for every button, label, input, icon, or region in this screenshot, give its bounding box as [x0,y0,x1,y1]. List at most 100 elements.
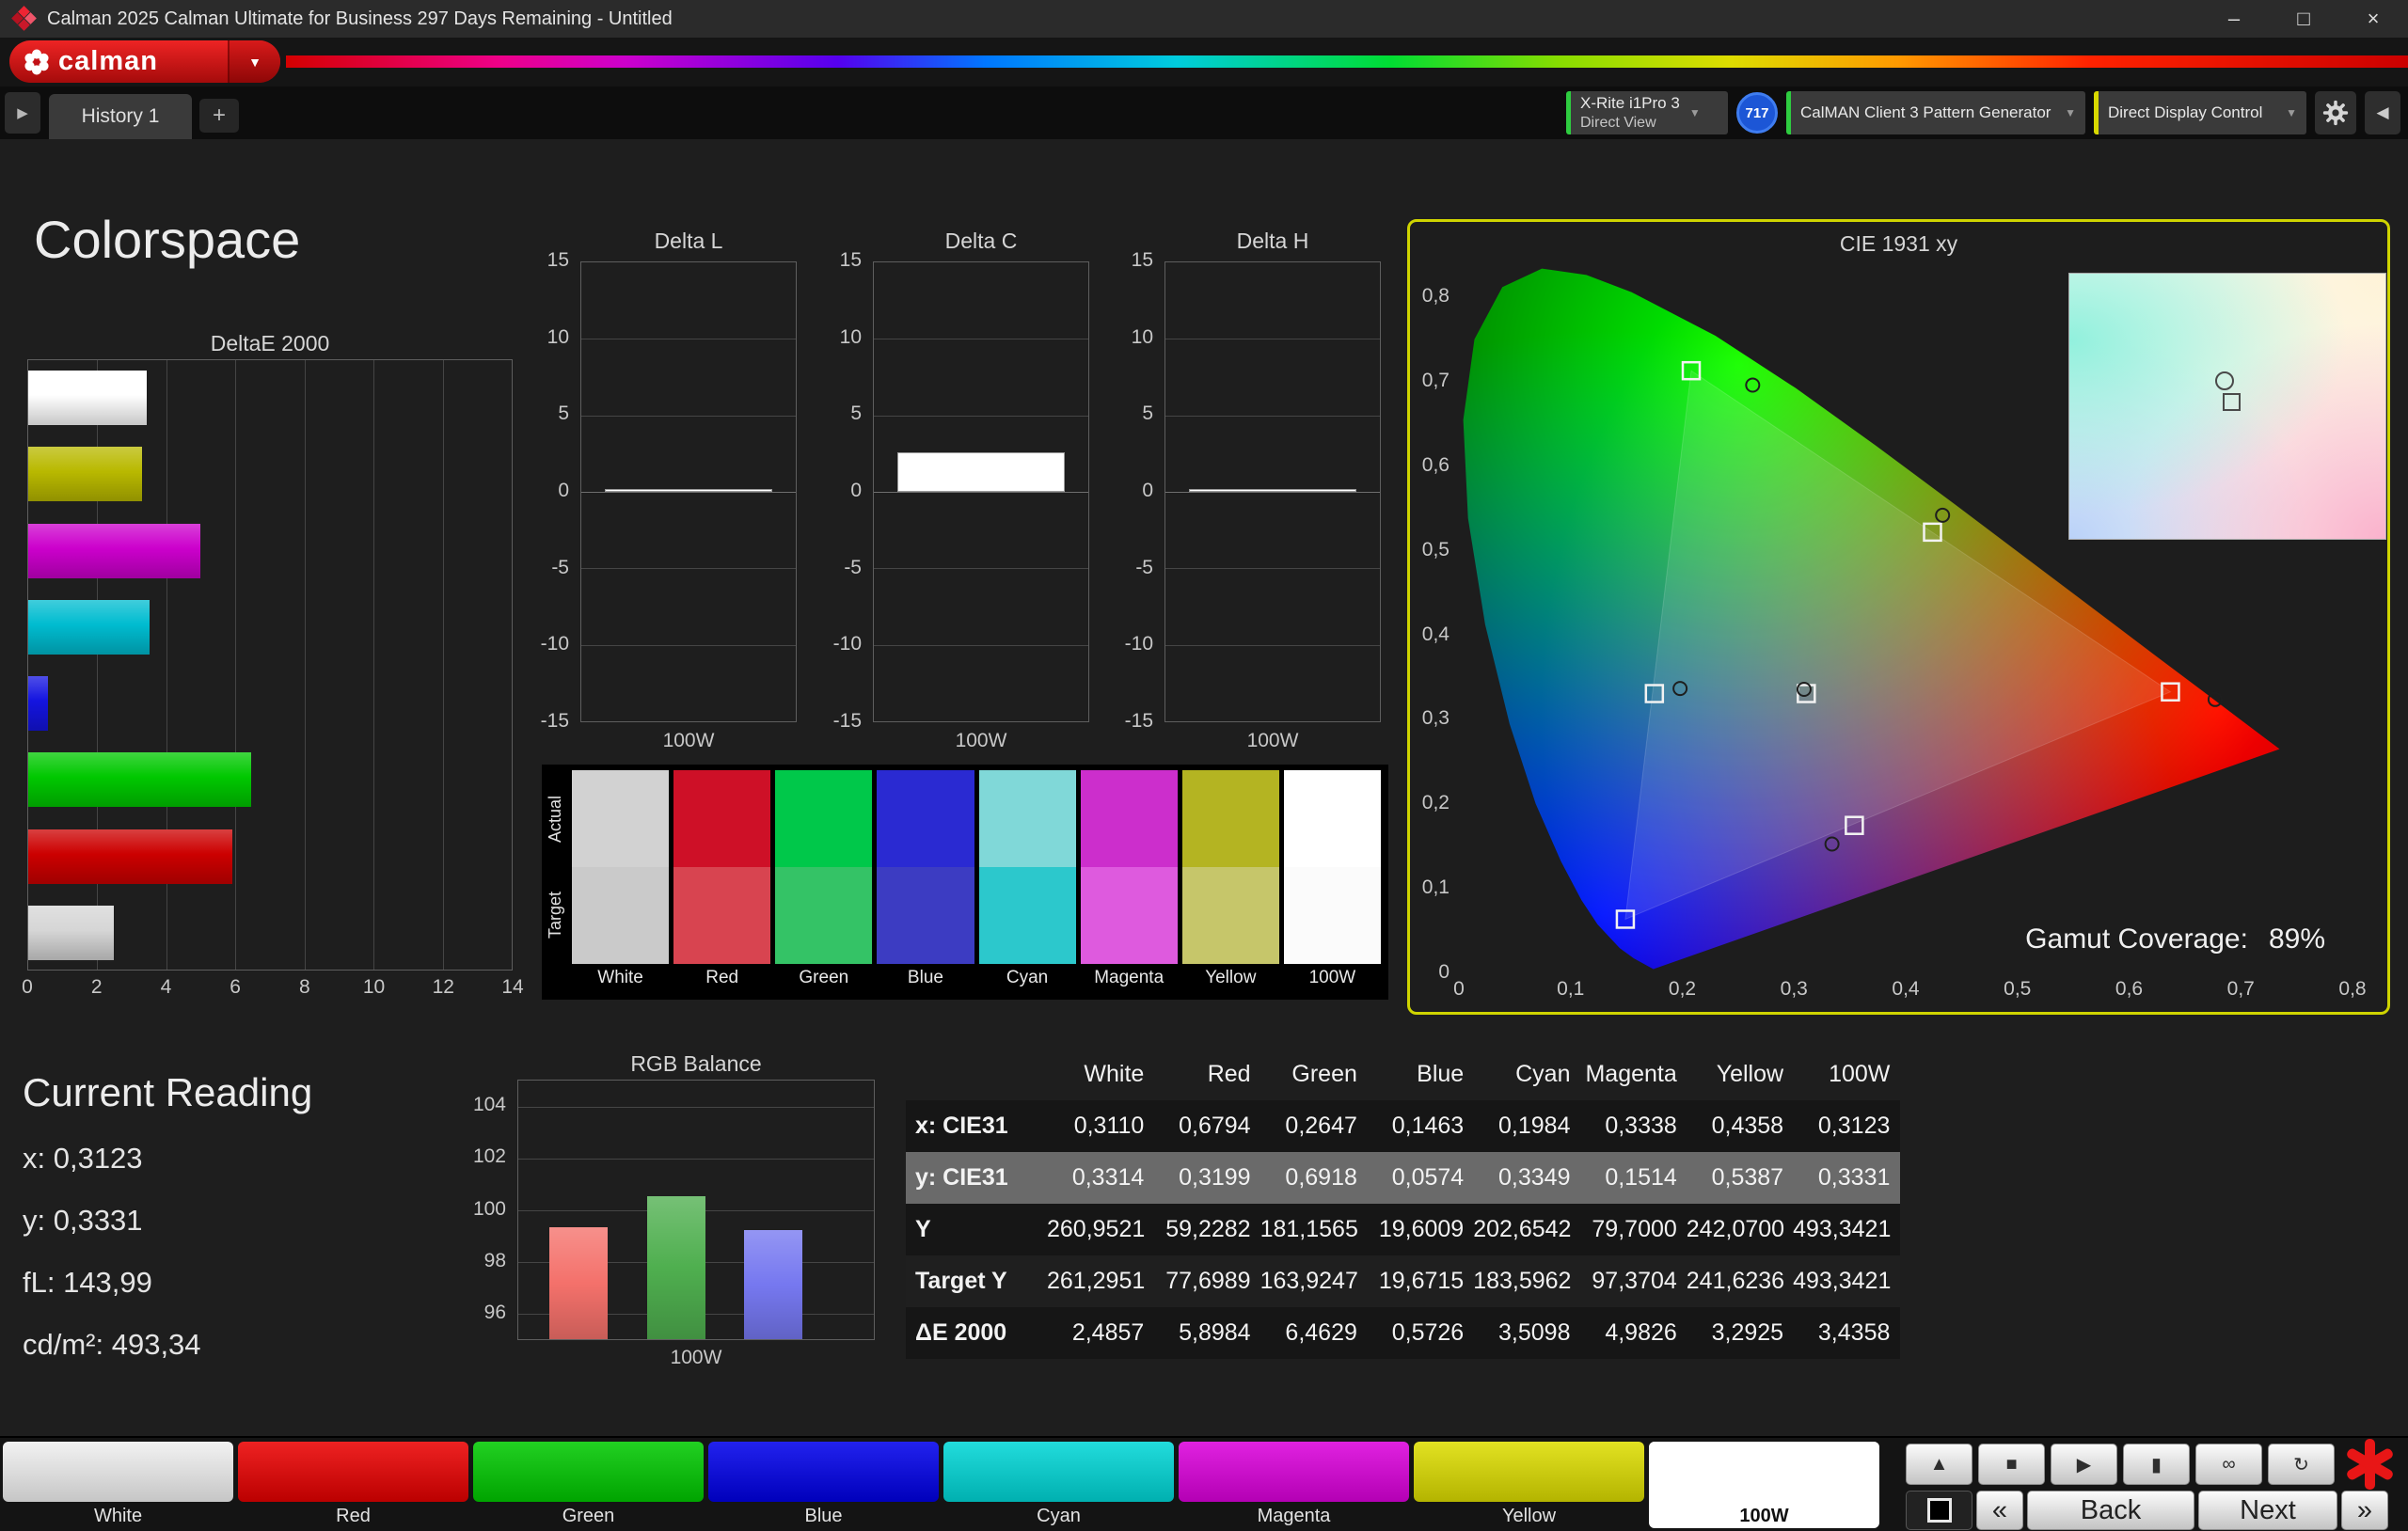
pattern-window-icon [1926,1498,1952,1523]
swatch-actual [775,770,873,867]
close-button[interactable]: × [2338,0,2408,38]
rgb-bar-red [549,1226,608,1340]
swatch-label: 100W [1308,968,1356,987]
pattern-label: White [93,1506,143,1526]
table-cell: 3,2925 [1711,1319,1784,1346]
swatch-actual [1181,770,1279,867]
deltae-bar-white [28,905,115,960]
pattern-disabled-asterisk-icon [2344,1439,2395,1490]
swatch-actual [978,770,1076,867]
pattern-button-green[interactable]: Green [473,1442,704,1528]
delta-h-bar [1189,489,1356,492]
inset-target-marker [2222,392,2241,411]
settings-gear-button[interactable] [2315,91,2356,134]
pattern-swatch [1179,1442,1409,1502]
table-cell: 0,3110 [1073,1113,1145,1139]
pattern-button-white[interactable]: White [3,1442,233,1528]
table-cell: 2,4857 [1071,1319,1145,1346]
delta-c-y-tick: 15 [839,249,862,271]
table-cell: 0,6918 [1285,1164,1357,1191]
swatch-cyan: Cyan [978,770,1076,987]
table-header-cell: White [1084,1061,1145,1087]
swatch-row-label-actual: Actual [546,795,564,844]
swatch-target [775,867,873,964]
table-cell: 242,0700 [1686,1216,1785,1242]
pattern-button-100w[interactable]: 100W [1649,1442,1879,1528]
calman-menu-button[interactable]: calman ▼ [9,40,280,83]
rgb-y-tick: 100 [472,1197,506,1220]
pattern-button-magenta[interactable]: Magenta [1179,1442,1409,1528]
meter-dropdown[interactable]: X-Rite i1Pro 3 Direct View ▼ [1566,91,1728,134]
deltae-x-tick: 0 [22,976,33,998]
cie-y-tick: 0,5 [1421,538,1450,560]
delta-c-chart [873,261,1089,722]
refresh-button[interactable]: ↻ [2268,1444,2335,1485]
pattern-swatch [3,1442,233,1502]
table-cell: 97,3704 [1592,1268,1677,1294]
display-control-dropdown[interactable]: Direct Display Control ▼ [2094,91,2306,134]
maximize-button[interactable]: □ [2269,0,2338,38]
page-title: Colorspace [34,210,301,269]
add-tab-button[interactable]: + [199,99,239,133]
chevron-left-icon[interactable]: « [1976,1491,2023,1530]
table-cell: 19,6715 [1378,1268,1465,1294]
pattern-buttons: White Red Green Blue Cyan Magenta Yellow 100W [3,1442,1879,1528]
table-cell: 0,3123 [1817,1113,1891,1139]
table-row: ΔE 2000 2,4857 5,8984 6,4629 0,5726 3,5098 4,9… [906,1307,1900,1359]
play-button[interactable]: ▶ [2051,1444,2117,1485]
rgb-y-tick: 96 [483,1302,506,1324]
minimize-button[interactable]: – [2199,0,2269,38]
table-cell: 3,5098 [1498,1319,1571,1346]
table-row: Y 260,9521 59,2282 181,1565 19,6009 202,6542 7… [906,1204,1900,1255]
collapse-toolbar-button[interactable]: ◀ [2365,91,2400,134]
deltae-bar-magenta [28,523,200,578]
pattern-generator-dropdown[interactable]: CalMAN Client 3 Pattern Generator ▼ [1786,91,2085,134]
delta-c-y-tick: -5 [844,556,862,578]
delta-h-y-tick: -5 [1135,556,1153,578]
swatch-blue: Blue [877,770,974,987]
delta-c-bar [897,451,1065,492]
eject-button[interactable]: ▲ [1906,1444,1972,1485]
swatch-target [1283,867,1381,964]
swatch-100w: 100W [1283,770,1381,987]
cie-x-tick: 0,7 [2226,978,2255,1000]
eject-icon: ▲ [1929,1453,1949,1475]
deltae-bar-blue [28,676,49,731]
pattern-button-blue[interactable]: Blue [708,1442,939,1528]
table-cell: 5,8984 [1179,1319,1251,1346]
panel-expander-button[interactable]: ▶ [5,92,40,134]
swatch-actual [877,770,974,867]
table-row: x: CIE31 0,3110 0,6794 0,2647 0,1463 0,1984 0,… [906,1100,1900,1152]
pattern-button-yellow[interactable]: Yellow [1414,1442,1644,1528]
delta-h-x-label: 100W [1246,730,1299,751]
pattern-label: Magenta [1257,1506,1331,1526]
next-button[interactable]: Next [2198,1491,2337,1530]
loop-button[interactable]: ∞ [2195,1444,2262,1485]
table-row-label: ΔE 2000 [915,1319,1007,1346]
pattern-label: Red [336,1506,371,1526]
table-cell: 0,3331 [1817,1164,1891,1191]
gamut-coverage-value: 89% [2268,923,2325,955]
table-header-cell: Green [1291,1061,1357,1087]
deltae-bar-cyan [28,599,150,655]
rgb-balance-x-label: 100W [670,1347,722,1368]
chevron-down-icon[interactable]: ▼ [228,40,280,83]
stop-button[interactable]: ■ [1978,1444,2045,1485]
table-cell: 0,0574 [1391,1164,1465,1191]
pattern-window-button[interactable] [1906,1491,1972,1530]
chevron-right-icon[interactable]: » [2341,1491,2388,1530]
tab-history[interactable]: History 1 [49,94,192,139]
calman-flower-icon [24,49,49,74]
delta-c-y-tick: 5 [850,402,862,425]
table-header-cell: 100W [1829,1061,1891,1087]
bottom-bar: White Red Green Blue Cyan Magenta Yellow 100W ▲… [0,1436,2408,1531]
pattern-button-cyan[interactable]: Cyan [943,1442,1174,1528]
table-cell: 493,3421 [1793,1216,1892,1242]
back-button[interactable]: Back [2027,1491,2194,1530]
pause-button[interactable]: ▮ [2123,1444,2190,1485]
table-cell: 0,3199 [1179,1164,1251,1191]
table-cell: 202,6542 [1473,1216,1572,1242]
pattern-button-red[interactable]: Red [238,1442,468,1528]
delta-h-y-tick: -10 [1124,633,1153,655]
meter-mode: Direct View [1580,114,1656,131]
